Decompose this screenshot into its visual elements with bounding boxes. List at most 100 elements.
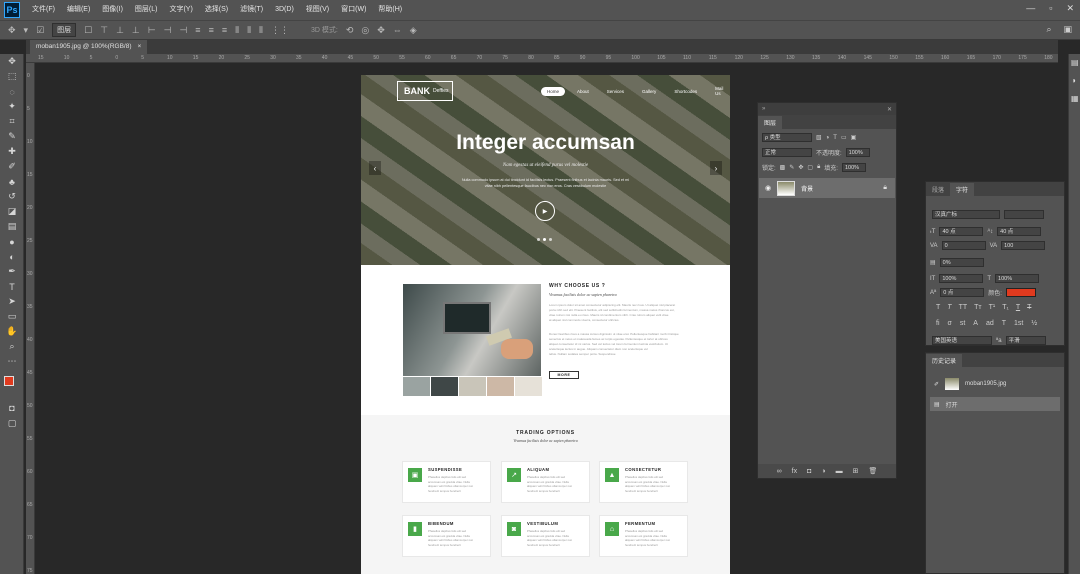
dodge-tool-icon[interactable]: ◐ xyxy=(0,249,24,264)
align-right-icon[interactable]: ⊣ xyxy=(179,25,187,36)
gallery-thumb[interactable] xyxy=(431,377,458,396)
lock-paint-icon[interactable]: ✎ xyxy=(789,164,794,171)
align-bottom-icon[interactable]: ⊥ xyxy=(132,25,140,36)
nav-services[interactable]: Services xyxy=(601,87,630,96)
lasso-tool-icon[interactable]: ◌ xyxy=(0,84,24,99)
3d-roll-icon[interactable]: ◎ xyxy=(361,25,369,36)
brush-tool-icon[interactable]: ✐ xyxy=(0,159,24,174)
photoshop-logo[interactable]: Ps xyxy=(4,2,20,18)
eraser-tool-icon[interactable]: ◪ xyxy=(0,204,24,219)
document-tab-close-icon[interactable]: × xyxy=(138,40,142,54)
titling-icon[interactable]: ad xyxy=(986,320,994,327)
nav-gallery[interactable]: Gallery xyxy=(636,87,662,96)
screen-mode-icon[interactable]: ▢ xyxy=(0,416,24,431)
healing-brush-tool-icon[interactable]: ✚ xyxy=(0,144,24,159)
document-canvas[interactable]: BANK Deffies Home About Services Gallery… xyxy=(361,75,730,574)
nav-home[interactable]: Home xyxy=(541,86,566,96)
shape-tool-icon[interactable]: ▭ xyxy=(0,309,24,324)
horizontal-scale-input[interactable]: 100% xyxy=(995,274,1040,283)
3d-orbit-icon[interactable]: ⟲ xyxy=(346,25,354,36)
path-selection-tool-icon[interactable]: ➤ xyxy=(0,294,24,309)
type-tool-icon[interactable]: T xyxy=(0,279,24,294)
ordinal-icon[interactable]: T xyxy=(1002,320,1006,327)
new-group-icon[interactable]: ▬ xyxy=(836,468,843,475)
document-tab[interactable]: moban1905.jpg @ 100%(RGB/8) × xyxy=(30,40,148,54)
gallery-thumb[interactable] xyxy=(487,377,514,396)
move-tool-icon[interactable]: ✥ xyxy=(0,54,24,69)
leading-input[interactable]: 40 点 xyxy=(997,227,1042,236)
align-hcenter-icon[interactable]: ⊣ xyxy=(164,25,172,36)
trading-card[interactable]: ↗ ALIQUAM Phasellus dapibus felis elit sed… xyxy=(501,461,590,503)
fractions-icon[interactable]: 1st xyxy=(1014,320,1023,327)
new-layer-icon[interactable]: ⊞ xyxy=(853,467,859,475)
transform-controls-checkbox[interactable]: ☐ xyxy=(84,25,92,36)
color-icon[interactable]: ▦ xyxy=(1071,94,1079,103)
close-window-button[interactable]: ✕ xyxy=(1066,3,1074,14)
tab-paragraph[interactable]: 段落 xyxy=(926,183,950,196)
menu-layer[interactable]: 图层(L) xyxy=(129,0,164,20)
close-panel-icon[interactable]: ✕ xyxy=(887,106,892,113)
crop-tool-icon[interactable]: ⌗ xyxy=(0,114,24,129)
superscript-icon[interactable]: T¹ xyxy=(989,304,996,311)
history-state[interactable]: ▤ 打开 xyxy=(930,397,1060,411)
discretionary-icon[interactable]: A xyxy=(973,320,978,327)
trading-card[interactable]: ◙ VESTIBULUM Phasellus dapibus felis elit … xyxy=(501,515,590,557)
swash-icon[interactable]: σ xyxy=(948,320,952,327)
nav-about[interactable]: About xyxy=(571,87,595,96)
trading-card[interactable]: ▣ SUSPENDISSE Phasellus dapibus felis elit… xyxy=(402,461,491,503)
text-color-swatch[interactable] xyxy=(1005,288,1036,297)
lock-all-icon[interactable]: 🔒︎ xyxy=(817,164,820,171)
filter-adjust-icon[interactable]: ◑ xyxy=(826,135,830,141)
tab-character[interactable]: 字符 xyxy=(950,183,975,196)
strikethrough-icon[interactable]: T xyxy=(1027,304,1031,311)
blur-tool-icon[interactable]: ● xyxy=(0,234,24,249)
tracking-input[interactable]: 100 xyxy=(1001,241,1046,250)
filter-smart-icon[interactable]: ▣ xyxy=(851,134,857,141)
small-caps-icon[interactable]: Tт xyxy=(974,304,981,311)
lock-pixels-icon[interactable]: ▩ xyxy=(780,164,786,171)
maximize-button[interactable]: ▫ xyxy=(1049,3,1052,14)
language-dropdown[interactable]: 美国英语 xyxy=(932,336,992,345)
slider-dot[interactable] xyxy=(543,238,546,241)
distribute-right-icon[interactable]: ⦀ xyxy=(259,25,263,36)
search-icon[interactable]: ⌕ xyxy=(1046,24,1051,35)
underline-icon[interactable]: T xyxy=(1016,304,1020,311)
menu-edit[interactable]: 编辑(E) xyxy=(61,0,96,20)
quick-mask-icon[interactable]: ◘ xyxy=(0,400,24,415)
slider-dot[interactable] xyxy=(549,238,552,241)
hand-tool-icon[interactable]: ✋ xyxy=(0,324,24,339)
distribute-left-icon[interactable]: ⦀ xyxy=(235,25,239,36)
minimize-button[interactable]: — xyxy=(1026,3,1035,14)
trading-card[interactable]: ▮ BIBENDUM Phasellus dapibus felis elit se… xyxy=(402,515,491,557)
filter-shape-icon[interactable]: ▭ xyxy=(841,134,847,141)
trading-card[interactable]: ⌂ FERMENTUM Phasellus dapibus felis elit s… xyxy=(599,515,688,557)
3d-scale-icon[interactable]: ◈ xyxy=(410,25,417,36)
hero-play-button[interactable]: ▶ xyxy=(535,201,555,221)
pen-tool-icon[interactable]: ✒ xyxy=(0,264,24,279)
gradient-tool-icon[interactable]: ▤ xyxy=(0,219,24,234)
filter-type-icon[interactable]: T xyxy=(833,135,837,141)
vertical-scale-input[interactable]: 100% xyxy=(939,274,984,283)
menu-view[interactable]: 视图(V) xyxy=(300,0,335,20)
nav-mail[interactable]: Mail Us xyxy=(709,84,730,98)
font-style-dropdown[interactable] xyxy=(1004,210,1044,219)
properties-icon[interactable]: ▤ xyxy=(1071,58,1079,67)
history-brush-tool-icon[interactable]: ↺ xyxy=(0,189,24,204)
menu-type[interactable]: 文字(Y) xyxy=(163,0,198,20)
menu-window[interactable]: 窗口(W) xyxy=(335,0,372,20)
delete-layer-icon[interactable]: 🗑︎ xyxy=(868,467,877,475)
align-vcenter-icon[interactable]: ⊥ xyxy=(116,25,124,36)
distribute-center-icon[interactable]: ≡ xyxy=(209,25,214,35)
adjustments-icon[interactable]: ◑ xyxy=(1071,76,1076,85)
link-layers-icon[interactable]: ∞ xyxy=(777,468,782,475)
align-top-icon[interactable]: ⊤ xyxy=(100,25,108,36)
font-family-dropdown[interactable]: 汉真广标 xyxy=(932,210,1000,219)
marquee-tool-icon[interactable]: ⬚ xyxy=(0,69,24,84)
gallery-thumb[interactable] xyxy=(515,377,542,396)
faux-italic-icon[interactable]: T xyxy=(947,304,951,311)
workspace-icon[interactable]: ▣ xyxy=(1063,24,1072,35)
kerning-input[interactable]: 0 xyxy=(941,241,986,250)
auto-select-checkbox[interactable]: ☑ xyxy=(36,25,44,36)
menu-image[interactable]: 图像(I) xyxy=(96,0,129,20)
opacity-input[interactable]: 100% xyxy=(845,148,870,157)
